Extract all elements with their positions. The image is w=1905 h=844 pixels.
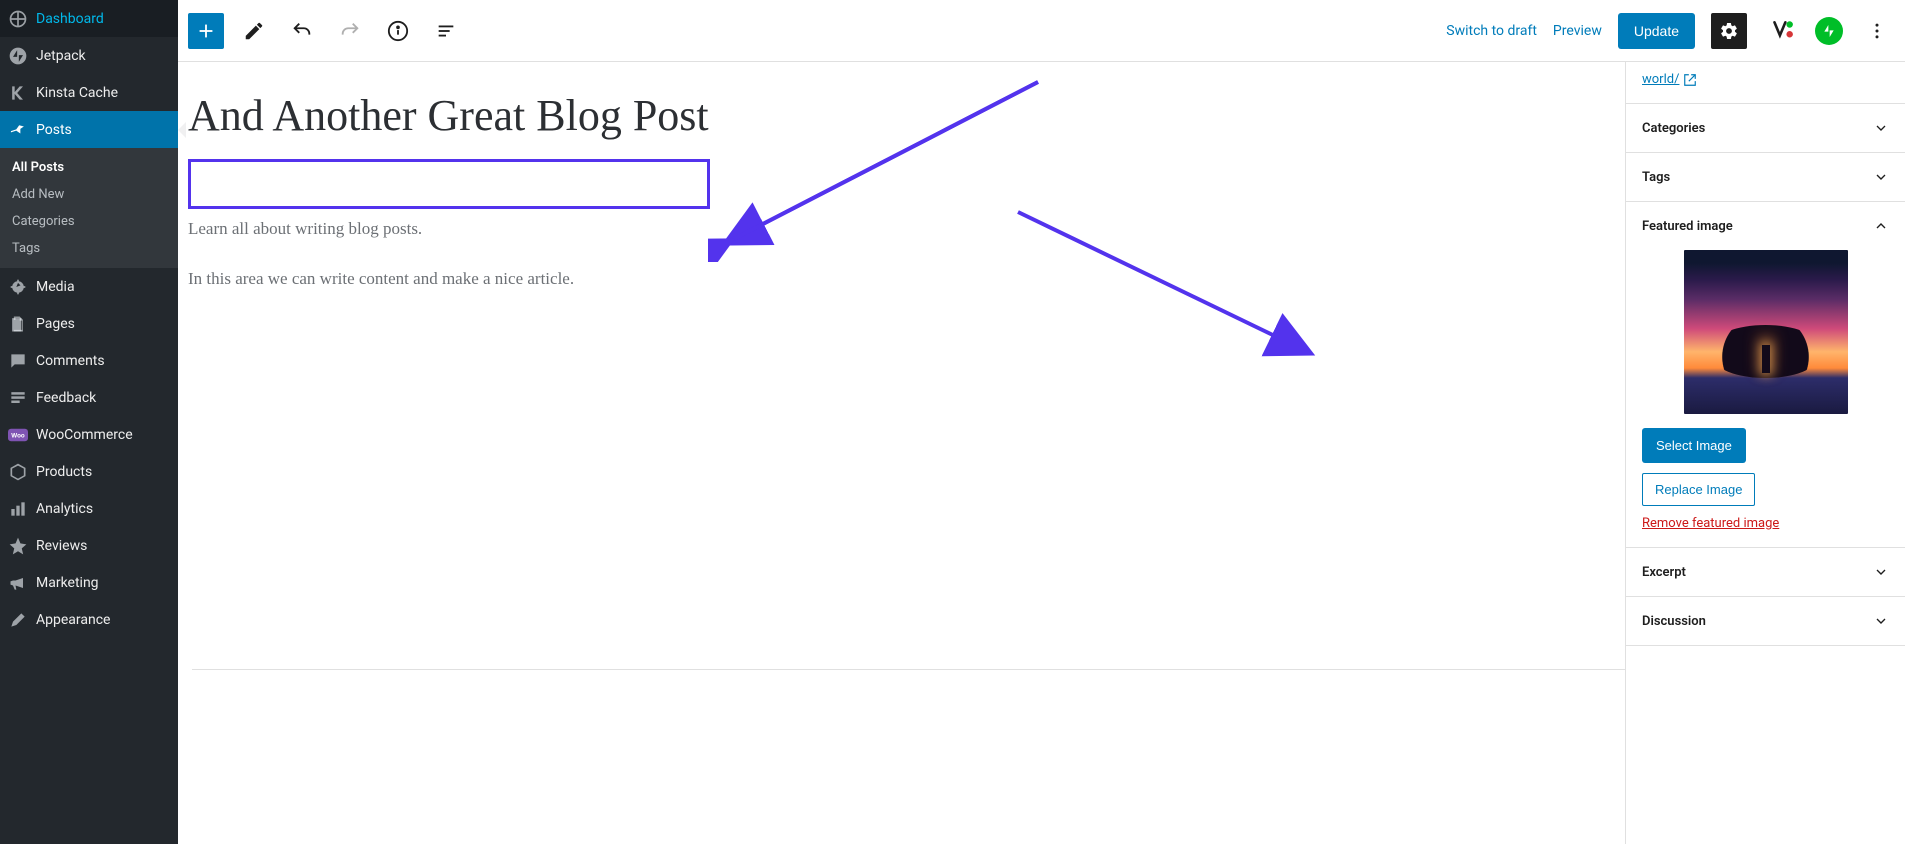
chevron-down-icon bbox=[1873, 564, 1889, 580]
sidebar-item-feedback[interactable]: Feedback bbox=[0, 379, 178, 416]
chevron-down-icon bbox=[1873, 613, 1889, 629]
chevron-down-icon bbox=[1873, 120, 1889, 136]
sidebar-item-media[interactable]: Media bbox=[0, 268, 178, 305]
sidebar-item-analytics[interactable]: Analytics bbox=[0, 490, 178, 527]
sidebar-item-dashboard[interactable]: Dashboard bbox=[0, 0, 178, 37]
sidebar-item-label: WooCommerce bbox=[36, 427, 133, 443]
analytics-icon bbox=[8, 499, 28, 519]
sidebar-subitem-add-new[interactable]: Add New bbox=[0, 181, 178, 208]
editor-top-bar: Switch to draft Preview Update bbox=[178, 0, 1905, 62]
admin-sidebar: Dashboard Jetpack Kinsta Cache Posts All Pos… bbox=[0, 0, 178, 844]
edit-mode-button[interactable] bbox=[236, 13, 272, 49]
panel-header-label: Featured image bbox=[1642, 219, 1733, 234]
dashboard-icon bbox=[8, 9, 28, 29]
kinsta-icon bbox=[8, 83, 28, 103]
sidebar-item-label: Marketing bbox=[36, 575, 99, 591]
appearance-icon bbox=[8, 610, 28, 630]
sidebar-subitem-tags[interactable]: Tags bbox=[0, 235, 178, 262]
pages-icon bbox=[8, 314, 28, 334]
feedback-icon bbox=[8, 388, 28, 408]
pin-icon bbox=[8, 120, 28, 140]
sidebar-submenu: All PostsAdd NewCategoriesTags bbox=[0, 148, 178, 268]
sidebar-item-label: Comments bbox=[36, 353, 105, 369]
sidebar-item-label: Appearance bbox=[36, 612, 110, 628]
external-link-icon bbox=[1683, 73, 1697, 87]
sidebar-item-marketing[interactable]: Marketing bbox=[0, 564, 178, 601]
editor-footer-area bbox=[192, 669, 1625, 697]
sidebar-item-appearance[interactable]: Appearance bbox=[0, 601, 178, 638]
sidebar-item-pages[interactable]: Pages bbox=[0, 305, 178, 342]
sidebar-item-label: Dashboard bbox=[36, 11, 104, 27]
panel-tags-toggle[interactable]: Tags bbox=[1626, 153, 1905, 201]
reviews-icon bbox=[8, 536, 28, 556]
sidebar-item-reviews[interactable]: Reviews bbox=[0, 527, 178, 564]
panel-header-label: Categories bbox=[1642, 121, 1705, 136]
sidebar-item-posts[interactable]: Posts bbox=[0, 111, 178, 148]
sidebar-item-label: Media bbox=[36, 279, 75, 295]
jetpack-icon[interactable] bbox=[1815, 17, 1843, 45]
sidebar-item-label: Feedback bbox=[36, 390, 96, 406]
media-icon bbox=[8, 277, 28, 297]
post-title[interactable]: And Another Great Blog Post bbox=[188, 90, 1218, 141]
info-button[interactable] bbox=[380, 13, 416, 49]
post-paragraph[interactable]: In this area we can write content and ma… bbox=[188, 269, 1218, 289]
redo-button[interactable] bbox=[332, 13, 368, 49]
jetpack-icon bbox=[8, 46, 28, 66]
panel-header-label: Tags bbox=[1642, 170, 1670, 185]
settings-gear-button[interactable] bbox=[1711, 13, 1747, 49]
sidebar-item-label: Products bbox=[36, 464, 92, 480]
marketing-icon bbox=[8, 573, 28, 593]
sidebar-item-woocommerce[interactable]: Woo WooCommerce bbox=[0, 416, 178, 453]
replace-image-button[interactable]: Replace Image bbox=[1642, 473, 1755, 506]
products-icon bbox=[8, 462, 28, 482]
settings-sidebar: world/ Categories Tags Featured image Se… bbox=[1625, 62, 1905, 844]
undo-button[interactable] bbox=[284, 13, 320, 49]
sidebar-item-label: Reviews bbox=[36, 538, 87, 554]
featured-image-thumbnail[interactable] bbox=[1684, 250, 1848, 414]
panel-excerpt-toggle[interactable]: Excerpt bbox=[1626, 548, 1905, 596]
comments-icon bbox=[8, 351, 28, 371]
chevron-down-icon bbox=[1873, 169, 1889, 185]
add-block-button[interactable] bbox=[188, 13, 224, 49]
select-image-button[interactable]: Select Image bbox=[1642, 428, 1746, 463]
more-options-button[interactable] bbox=[1859, 13, 1895, 49]
woo-icon: Woo bbox=[8, 425, 28, 445]
permalink-link[interactable]: world/ bbox=[1642, 72, 1697, 87]
panel-header-label: Discussion bbox=[1642, 614, 1706, 629]
panel-categories-toggle[interactable]: Categories bbox=[1626, 104, 1905, 152]
sidebar-item-label: Jetpack bbox=[36, 48, 86, 64]
sidebar-item-jetpack[interactable]: Jetpack bbox=[0, 37, 178, 74]
chevron-up-icon bbox=[1873, 218, 1889, 234]
switch-to-draft-button[interactable]: Switch to draft bbox=[1446, 23, 1537, 39]
editor-canvas[interactable]: And Another Great Blog Post Learn all ab… bbox=[178, 62, 1625, 844]
remove-featured-image-link[interactable]: Remove featured image bbox=[1642, 516, 1779, 531]
sidebar-item-label: Kinsta Cache bbox=[36, 85, 118, 101]
sidebar-item-label: Posts bbox=[36, 122, 72, 138]
outline-button[interactable] bbox=[428, 13, 464, 49]
preview-button[interactable]: Preview bbox=[1553, 23, 1602, 39]
panel-featured-image-toggle[interactable]: Featured image bbox=[1626, 202, 1905, 250]
sidebar-item-label: Pages bbox=[36, 316, 75, 332]
sidebar-subitem-all-posts[interactable]: All Posts bbox=[0, 154, 178, 181]
sidebar-item-label: Analytics bbox=[36, 501, 93, 517]
svg-text:Woo: Woo bbox=[11, 432, 25, 439]
sidebar-item-kinsta-cache[interactable]: Kinsta Cache bbox=[0, 74, 178, 111]
yoast-icon[interactable] bbox=[1763, 13, 1799, 49]
sidebar-item-comments[interactable]: Comments bbox=[0, 342, 178, 379]
highlighted-block[interactable] bbox=[188, 159, 710, 209]
panel-header-label: Excerpt bbox=[1642, 565, 1686, 580]
panel-discussion-toggle[interactable]: Discussion bbox=[1626, 597, 1905, 645]
sidebar-subitem-categories[interactable]: Categories bbox=[0, 208, 178, 235]
sidebar-item-products[interactable]: Products bbox=[0, 453, 178, 490]
update-button[interactable]: Update bbox=[1618, 13, 1695, 49]
post-paragraph[interactable]: Learn all about writing blog posts. bbox=[188, 219, 1218, 239]
